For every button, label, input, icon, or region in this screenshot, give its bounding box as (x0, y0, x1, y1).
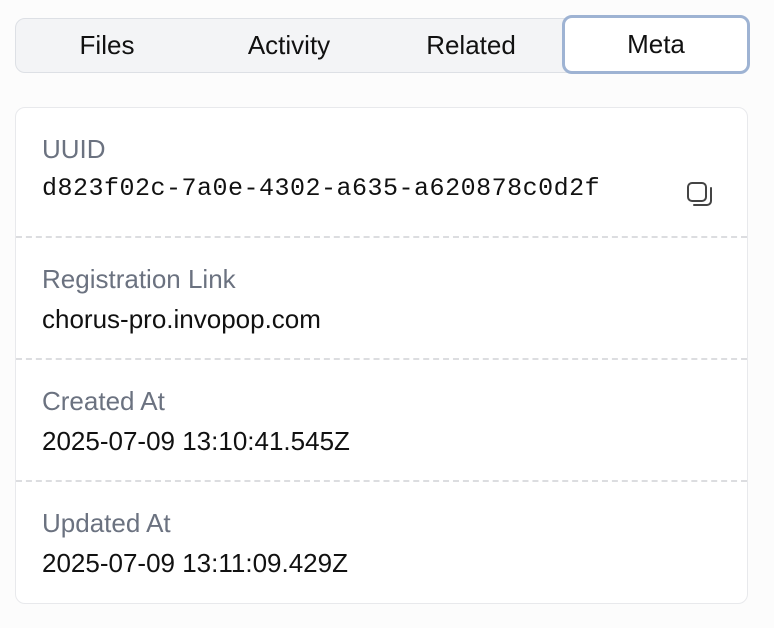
uuid-value: d823f02c-7a0e-4302-a635-a620878c0d2f (42, 174, 601, 203)
tab-activity[interactable]: Activity (198, 19, 380, 72)
tab-related[interactable]: Related (380, 19, 562, 72)
tab-files[interactable]: Files (16, 19, 198, 72)
registration-link-label: Registration Link (42, 264, 236, 294)
registration-link-value[interactable]: chorus-pro.invopop.com (42, 304, 747, 334)
created-at-label: Created At (42, 386, 165, 416)
divider (16, 358, 747, 360)
created-at-value: 2025-07-09 13:10:41.545Z (42, 426, 350, 456)
updated-at-row: Updated At 2025-07-09 13:11:09.429Z (16, 508, 747, 578)
copy-button[interactable] (685, 180, 715, 210)
uuid-label: UUID (42, 134, 106, 164)
updated-at-value: 2025-07-09 13:11:09.429Z (42, 548, 348, 578)
updated-at-label: Updated At (42, 508, 171, 538)
divider (16, 236, 747, 238)
registration-link-row: Registration Link chorus-pro.invopop.com (16, 264, 747, 334)
divider (16, 480, 747, 482)
created-at-row: Created At 2025-07-09 13:10:41.545Z (16, 386, 747, 456)
tab-meta[interactable]: Meta (562, 15, 750, 74)
meta-card: UUID d823f02c-7a0e-4302-a635-a620878c0d2… (15, 107, 748, 604)
uuid-row: UUID d823f02c-7a0e-4302-a635-a620878c0d2… (16, 134, 747, 204)
tab-bar: Files Activity Related Meta (15, 15, 750, 74)
copy-icon (687, 182, 712, 206)
